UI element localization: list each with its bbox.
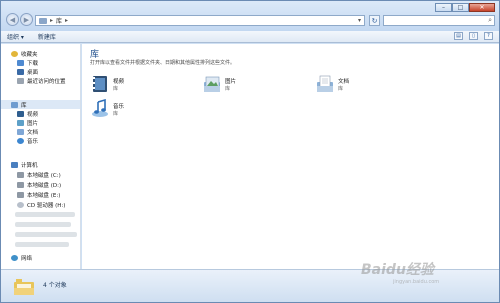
- refresh-button[interactable]: ↻: [369, 15, 380, 26]
- page-description: 打开库以查看文件并根据文件夹、日期和其他属性排列这些文件。: [90, 60, 236, 66]
- hard-drive-icon: [17, 171, 24, 178]
- new-library-button[interactable]: 新建库: [38, 32, 56, 41]
- search-icon: ⌕: [488, 16, 492, 24]
- blurred-nav-item: [15, 242, 69, 247]
- watermark-url: jingyan.baidu.com: [393, 279, 440, 285]
- navigation-pane: 收藏夹 下载 桌面 最近访问的位置 库 视频 图片 文档 音乐 计算机 本地磁盘…: [1, 44, 81, 269]
- maximize-button[interactable]: □: [452, 3, 469, 12]
- hard-drive-icon: [17, 191, 24, 198]
- view-controls: ▤ ▯ ?: [454, 32, 493, 40]
- picture-library-icon: [17, 119, 24, 126]
- downloads-folder-icon: [17, 59, 24, 66]
- nav-drive-d[interactable]: 本地磁盘 (D:): [17, 180, 61, 189]
- nav-favorites[interactable]: 收藏夹: [11, 49, 38, 58]
- recent-places-icon: [17, 77, 24, 84]
- window-controls: – □ ✕: [435, 3, 495, 12]
- library-item-name: 视频: [113, 79, 125, 85]
- library-item-documents[interactable]: 文档 库: [315, 74, 405, 102]
- library-item-name: 音乐: [113, 104, 125, 110]
- nav-music[interactable]: 音乐: [17, 136, 38, 145]
- library-item-name: 图片: [225, 79, 237, 85]
- music-library-icon: [92, 99, 108, 117]
- document-library-icon: [317, 75, 333, 92]
- nav-pictures[interactable]: 图片: [17, 118, 38, 127]
- breadcrumb-library[interactable]: 库: [56, 16, 62, 25]
- library-item-music[interactable]: 音乐 库: [90, 99, 180, 127]
- library-item-type: 库: [225, 86, 231, 92]
- video-library-icon: [17, 110, 24, 117]
- computer-icon: [11, 161, 18, 168]
- nav-videos-label: 视频: [27, 111, 39, 118]
- star-icon: [11, 50, 18, 57]
- command-bar: 组织 ▾ 新建库 ▤ ▯ ?: [1, 31, 499, 43]
- library-item-type: 库: [338, 86, 344, 92]
- nav-computer[interactable]: 计算机: [11, 160, 38, 169]
- library-item-pictures[interactable]: 图片 库: [202, 74, 292, 102]
- network-icon: [11, 254, 18, 261]
- library-item-videos[interactable]: 视频 库: [90, 74, 180, 102]
- address-bar[interactable]: ▸ 库 ▸ ▾: [35, 15, 365, 26]
- nav-pictures-label: 图片: [27, 120, 39, 127]
- nav-videos[interactable]: 视频: [17, 109, 38, 118]
- nav-network-label: 网络: [21, 255, 33, 262]
- item-count: 4 个对象: [43, 282, 67, 289]
- minimize-button[interactable]: –: [435, 3, 452, 12]
- blurred-nav-item: [15, 232, 77, 237]
- change-view-icon[interactable]: ▤: [454, 32, 463, 40]
- nav-drive-e-label: 本地磁盘 (E:): [27, 192, 61, 199]
- explorer-window: – □ ✕ ◀ ▶ ▸ 库 ▸ ▾ ↻ ⌕ 组织 ▾ 新建库 ▤ ▯ ? 收藏夹…: [0, 0, 500, 303]
- cd-drive-icon: [17, 201, 24, 208]
- nav-recent-places[interactable]: 最近访问的位置: [17, 76, 66, 85]
- nav-music-label: 音乐: [27, 138, 39, 145]
- nav-documents[interactable]: 文档: [17, 127, 38, 136]
- library-view: 库 打开库以查看文件并根据文件夹、日期和其他属性排列这些文件。 视频 库 图片 …: [82, 44, 499, 269]
- nav-network[interactable]: 网络: [11, 253, 32, 262]
- nav-drive-d-label: 本地磁盘 (D:): [27, 182, 62, 189]
- library-item-name: 文档: [338, 79, 350, 85]
- picture-library-icon: [204, 76, 220, 92]
- breadcrumb-separator-icon: ▸: [65, 17, 69, 24]
- video-library-icon: [93, 76, 107, 92]
- baidu-watermark: Baidu经验: [361, 262, 434, 278]
- nav-drive-cd-label: CD 驱动器 (H:): [27, 202, 66, 209]
- nav-documents-label: 文档: [27, 129, 39, 136]
- nav-recent-label: 最近访问的位置: [27, 78, 66, 85]
- organize-button[interactable]: 组织 ▾: [7, 32, 24, 41]
- nav-computer-label: 计算机: [21, 162, 38, 169]
- hard-drive-icon: [17, 181, 24, 188]
- nav-drive-e[interactable]: 本地磁盘 (E:): [17, 190, 60, 199]
- nav-drive-c-label: 本地磁盘 (C:): [27, 172, 61, 179]
- back-button[interactable]: ◀: [6, 13, 19, 26]
- search-input[interactable]: ⌕: [383, 15, 495, 26]
- forward-arrow-icon: ▶: [23, 15, 30, 24]
- help-icon[interactable]: ?: [484, 32, 493, 40]
- music-library-icon: [17, 137, 24, 144]
- libraries-icon: [11, 101, 18, 108]
- nav-desktop[interactable]: 桌面: [17, 67, 38, 76]
- desktop-icon: [17, 68, 24, 75]
- nav-downloads-label: 下载: [27, 60, 39, 67]
- blurred-nav-item: [15, 222, 71, 227]
- nav-drive-c[interactable]: 本地磁盘 (C:): [17, 170, 61, 179]
- back-arrow-icon: ◀: [9, 15, 16, 24]
- nav-libraries-label: 库: [21, 102, 27, 109]
- address-dropdown-icon[interactable]: ▾: [358, 17, 361, 24]
- library-item-type: 库: [113, 86, 119, 92]
- blurred-nav-item: [15, 212, 75, 217]
- refresh-icon: ↻: [371, 16, 378, 25]
- nav-favorites-label: 收藏夹: [21, 51, 38, 58]
- close-button[interactable]: ✕: [469, 3, 495, 12]
- breadcrumb-separator-icon: ▸: [50, 17, 54, 24]
- title-bar: – □ ✕ ◀ ▶ ▸ 库 ▸ ▾ ↻ ⌕: [1, 1, 499, 31]
- preview-pane-icon[interactable]: ▯: [469, 32, 478, 40]
- libraries-folder-icon: [14, 279, 34, 295]
- library-item-type: 库: [113, 111, 119, 117]
- library-folder-icon: [39, 17, 47, 24]
- nav-downloads[interactable]: 下载: [17, 58, 38, 67]
- nav-desktop-label: 桌面: [27, 69, 39, 76]
- nav-libraries[interactable]: 库: [1, 100, 80, 109]
- document-library-icon: [17, 128, 24, 135]
- forward-button[interactable]: ▶: [20, 13, 33, 26]
- nav-drive-cd[interactable]: CD 驱动器 (H:): [17, 200, 65, 209]
